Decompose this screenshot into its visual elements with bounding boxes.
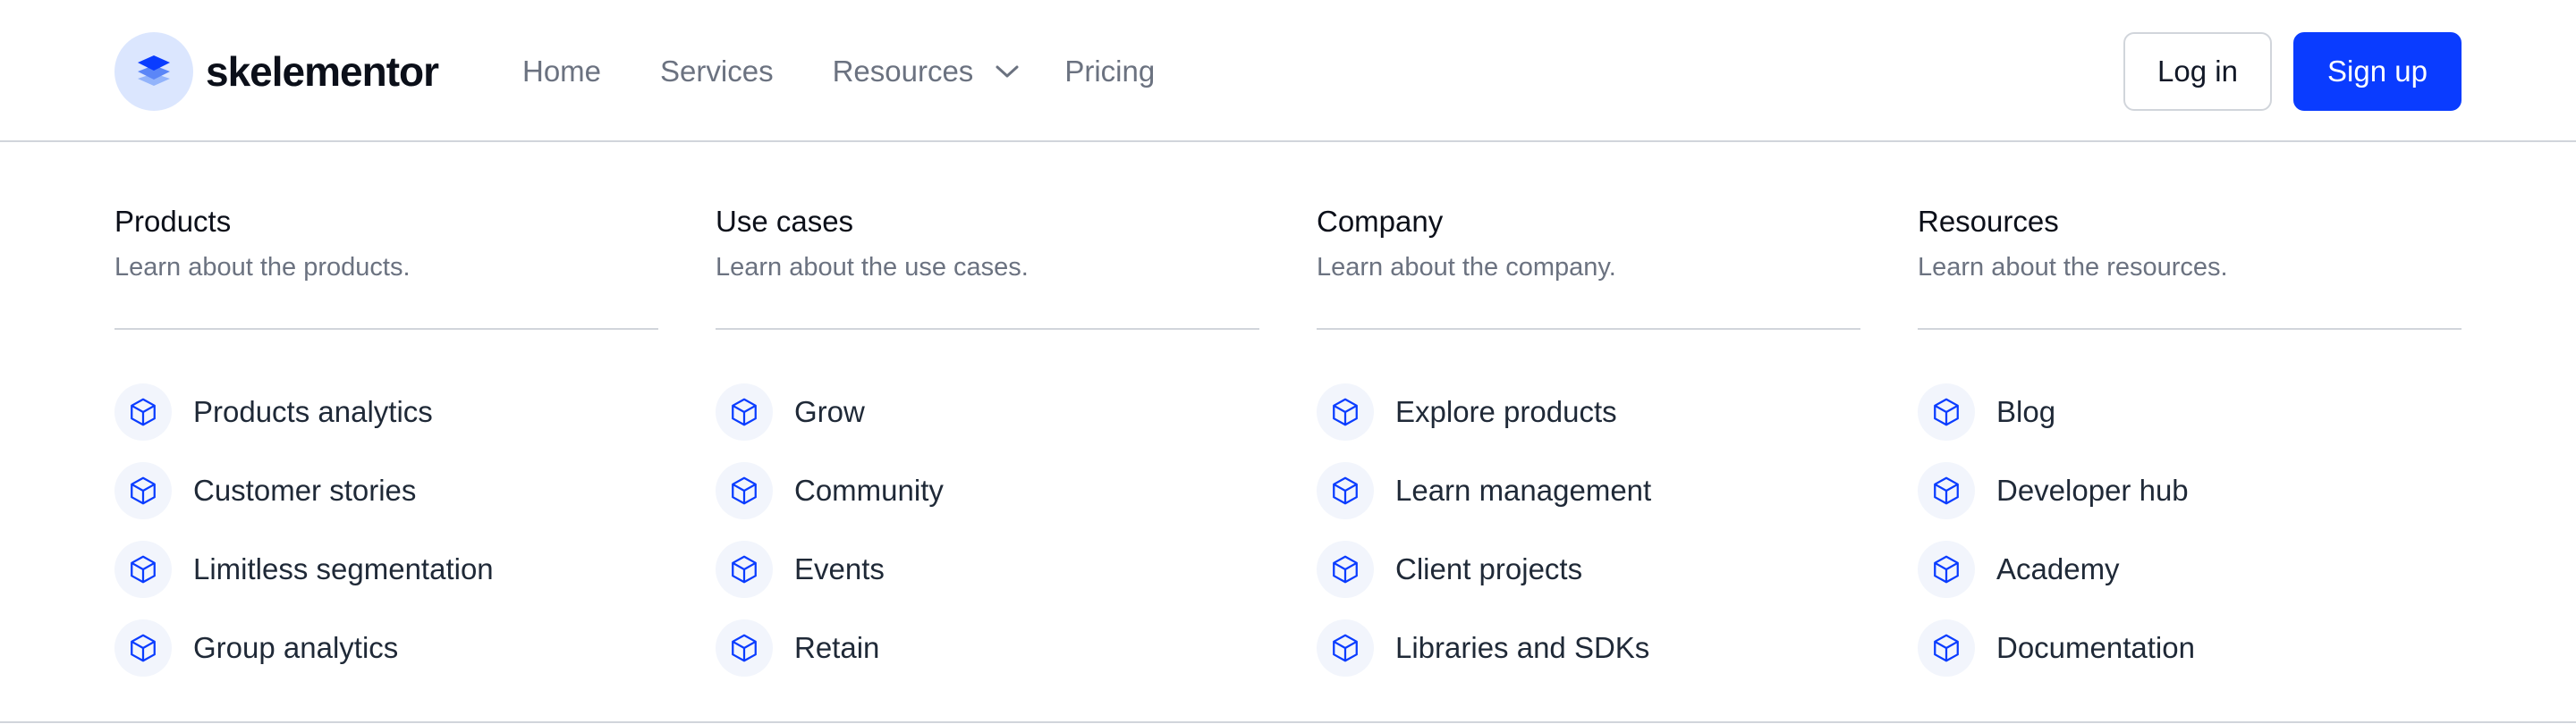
mega-menu-bottom-border	[0, 721, 2576, 723]
menu-item-label: Retain	[794, 631, 880, 664]
stacked-layers-icon	[114, 32, 193, 111]
menu-item-events[interactable]: Events	[716, 530, 944, 609]
column-title: Products	[114, 205, 232, 238]
nav-link-pricing[interactable]: Pricing	[1064, 55, 1155, 88]
menu-item-limitless-segmentation[interactable]: Limitless segmentation	[114, 530, 494, 609]
column-divider	[716, 328, 1259, 330]
menu-item-label: Blog	[1996, 395, 2056, 428]
cube-icon	[1317, 541, 1374, 598]
nav-link-home[interactable]: Home	[522, 55, 601, 88]
top-navbar: skelementor Home Services Resources Pric…	[0, 0, 2576, 142]
menu-item-label: Grow	[794, 395, 865, 428]
login-button[interactable]: Log in	[2123, 32, 2272, 111]
menu-item-label: Academy	[1996, 552, 2120, 585]
cube-icon	[1317, 462, 1374, 519]
menu-item-libraries-and-sdks[interactable]: Libraries and SDKs	[1317, 609, 1651, 687]
signup-button[interactable]: Sign up	[2293, 32, 2462, 111]
column-divider	[114, 328, 658, 330]
menu-item-retain[interactable]: Retain	[716, 609, 944, 687]
column-subtitle: Learn about the company.	[1317, 253, 1616, 282]
resources-mega-menu: Products Learn about the products. Produ…	[0, 144, 2576, 722]
cube-icon	[1317, 619, 1374, 677]
cube-icon	[114, 619, 172, 677]
column-link-list: Blog Developer hub Academy Documentation	[1918, 373, 2195, 687]
cube-icon	[1918, 541, 1975, 598]
cube-icon	[716, 383, 773, 441]
cube-icon	[1918, 383, 1975, 441]
menu-item-academy[interactable]: Academy	[1918, 530, 2195, 609]
column-divider	[1918, 328, 2462, 330]
cube-icon	[1918, 619, 1975, 677]
column-title: Company	[1317, 205, 1444, 238]
menu-item-label: Client projects	[1395, 552, 1583, 585]
cube-icon	[1317, 383, 1374, 441]
main-nav: Home Services Resources Pricing	[522, 32, 1155, 111]
menu-item-learn-management[interactable]: Learn management	[1317, 451, 1651, 530]
menu-item-label: Events	[794, 552, 885, 585]
menu-item-label: Products analytics	[193, 395, 433, 428]
cube-icon	[716, 619, 773, 677]
column-link-list: Products analytics Customer stories Limi…	[114, 373, 494, 687]
brand-name: skelementor	[206, 48, 439, 95]
column-title: Resources	[1918, 205, 2059, 238]
nav-link-resources[interactable]: Resources	[833, 55, 1021, 88]
menu-item-label: Learn management	[1395, 474, 1652, 507]
menu-item-label: Limitless segmentation	[193, 552, 494, 585]
menu-item-customer-stories[interactable]: Customer stories	[114, 451, 494, 530]
column-subtitle: Learn about the use cases.	[716, 253, 1029, 282]
cube-icon	[114, 462, 172, 519]
menu-item-label: Group analytics	[193, 631, 399, 664]
menu-item-explore-products[interactable]: Explore products	[1317, 373, 1651, 451]
column-title: Use cases	[716, 205, 854, 238]
column-subtitle: Learn about the resources.	[1918, 253, 2228, 282]
nav-link-services[interactable]: Services	[660, 55, 774, 88]
cube-icon	[716, 541, 773, 598]
column-link-list: Explore products Learn management Client…	[1317, 373, 1651, 687]
cube-icon	[114, 383, 172, 441]
menu-item-client-projects[interactable]: Client projects	[1317, 530, 1651, 609]
menu-item-products-analytics[interactable]: Products analytics	[114, 373, 494, 451]
nav-link-resources-label: Resources	[832, 55, 974, 88]
menu-item-grow[interactable]: Grow	[716, 373, 944, 451]
menu-item-label: Documentation	[1996, 631, 2195, 664]
column-divider	[1317, 328, 1860, 330]
menu-item-group-analytics[interactable]: Group analytics	[114, 609, 494, 687]
cube-icon	[716, 462, 773, 519]
menu-item-label: Explore products	[1395, 395, 1617, 428]
column-subtitle: Learn about the products.	[114, 253, 411, 282]
menu-item-label: Libraries and SDKs	[1395, 631, 1650, 664]
menu-item-community[interactable]: Community	[716, 451, 944, 530]
menu-item-label: Customer stories	[193, 474, 417, 507]
menu-item-documentation[interactable]: Documentation	[1918, 609, 2195, 687]
chevron-down-icon	[995, 64, 1020, 79]
brand-logo-link[interactable]: skelementor	[114, 32, 439, 111]
menu-item-developer-hub[interactable]: Developer hub	[1918, 451, 2195, 530]
menu-item-label: Developer hub	[1996, 474, 2189, 507]
cube-icon	[114, 541, 172, 598]
cube-icon	[1918, 462, 1975, 519]
column-link-list: Grow Community Events Retain	[716, 373, 944, 687]
menu-item-blog[interactable]: Blog	[1918, 373, 2195, 451]
menu-item-label: Community	[794, 474, 944, 507]
